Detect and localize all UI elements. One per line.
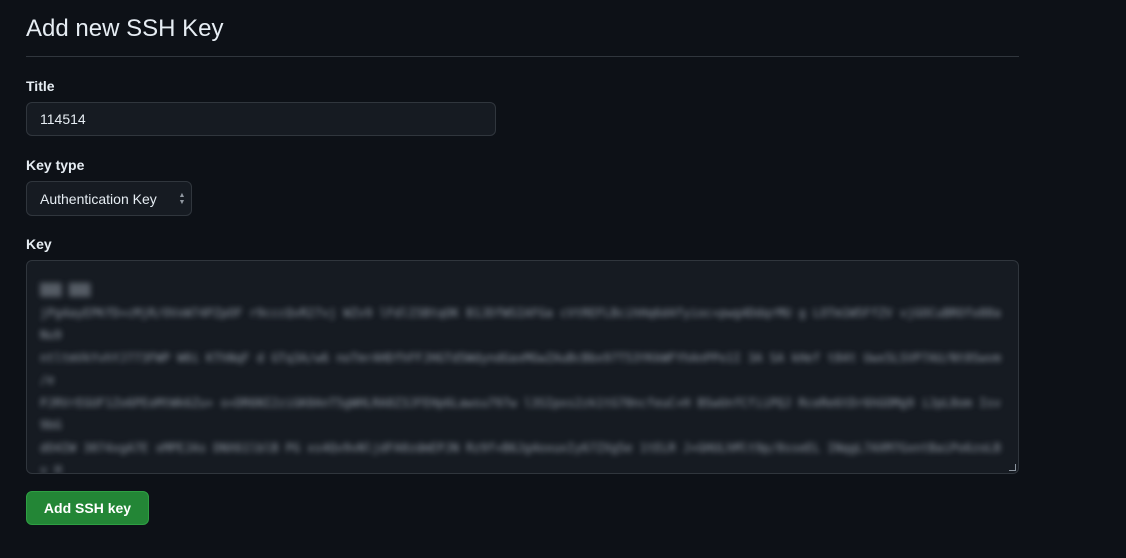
ssh-key-form: Add new SSH Key Title Key type Authentic… bbox=[26, 0, 1019, 525]
title-label: Title bbox=[26, 78, 55, 94]
key-label: Key bbox=[26, 236, 52, 252]
title-input[interactable] bbox=[26, 102, 496, 136]
key-textarea[interactable]: ▒▒▒ ▒▒▒ jPg4ayEPKfD+cMjR/OVxW74PZpOF r9c… bbox=[26, 260, 1019, 474]
page-title: Add new SSH Key bbox=[26, 0, 1019, 57]
key-type-selected-value: Authentication Key bbox=[40, 190, 157, 207]
key-type-select[interactable]: Authentication Key ▲ ▼ bbox=[26, 181, 192, 216]
resize-handle-icon[interactable] bbox=[1009, 464, 1016, 471]
key-type-label: Key type bbox=[26, 157, 85, 173]
chevron-up-down-icon: ▲ ▼ bbox=[178, 191, 186, 206]
key-content-redacted: ▒▒▒ ▒▒▒ jPg4ayEPKfD+cMjR/OVxW74PZpOF r9c… bbox=[40, 283, 1001, 474]
add-ssh-key-button[interactable]: Add SSH key bbox=[26, 491, 149, 525]
